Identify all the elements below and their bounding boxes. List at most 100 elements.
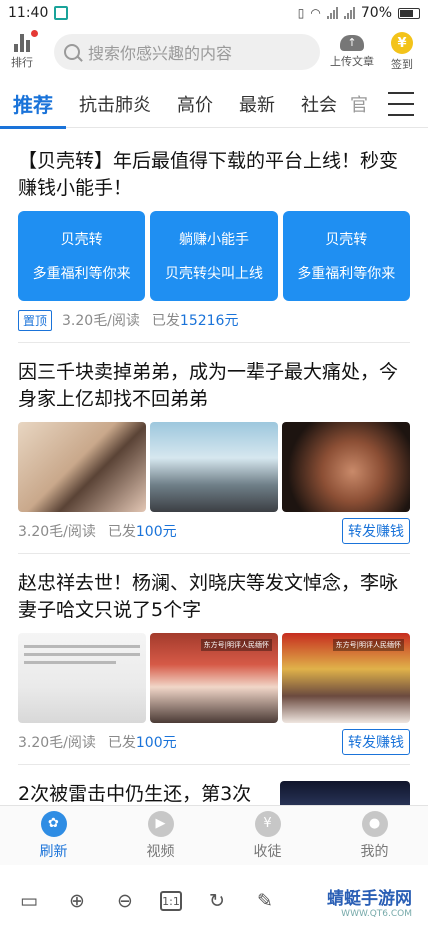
- issued-amount: 15216元: [179, 313, 239, 329]
- article-card[interactable]: 2次被雷击中仍生还，第3次被: [0, 765, 428, 805]
- app-header: 排行 搜索你感兴趣的内容 上传文章 ¥ 签到: [0, 26, 428, 78]
- promo-button[interactable]: 躺赚小能手 贝壳转尖叫上线: [150, 211, 278, 301]
- article-meta: 3.20毛/阅读 已发 100元 转发赚钱: [18, 518, 410, 544]
- battery-percent: 70%: [360, 5, 392, 21]
- watermark-title: 蜻蜓手游网: [327, 888, 412, 909]
- search-icon: [64, 44, 80, 60]
- nav-label: 收徒: [253, 843, 282, 860]
- notification-icon: [54, 6, 69, 20]
- tab-latest[interactable]: 最新: [226, 80, 288, 128]
- promo-line1: 贝壳转: [60, 232, 103, 248]
- promo-line1: 贝壳转: [325, 232, 368, 248]
- article-image[interactable]: [18, 633, 146, 723]
- menu-icon[interactable]: [388, 92, 414, 116]
- tab-fight-pneumonia[interactable]: 抗击肺炎: [66, 80, 164, 128]
- article-meta: 3.20毛/阅读 已发 100元 转发赚钱: [18, 729, 410, 755]
- edit-icon[interactable]: ✎: [252, 888, 278, 914]
- article-image[interactable]: [150, 422, 278, 512]
- article-images: [18, 422, 410, 512]
- rank-icon: [14, 34, 30, 52]
- tab-recommend[interactable]: 推荐: [0, 80, 66, 129]
- promo-line2: 多重福利等你来: [297, 266, 396, 282]
- zoom-out-icon[interactable]: ⊖: [112, 888, 138, 914]
- play-icon: ▶: [147, 810, 174, 837]
- nav-label: 视频: [146, 843, 175, 860]
- tab-society[interactable]: 社会: [288, 80, 350, 128]
- wifi-icon: ◠: [310, 6, 321, 20]
- article-image[interactable]: 东方号|明评人民缅怀: [282, 633, 410, 723]
- actual-size-button[interactable]: 1:1: [160, 891, 182, 911]
- article-image[interactable]: [282, 422, 410, 512]
- issued-prefix: 已发: [107, 735, 136, 751]
- article-card[interactable]: 【贝壳转】年后最值得下载的平台上线！秒变赚钱小能手！ 贝壳转 多重福利等你来 躺…: [0, 129, 428, 342]
- article-title[interactable]: 赵忠祥去世！杨澜、刘晓庆等发文悼念，李咏妻子哈文只说了5个字: [18, 570, 410, 624]
- read-price: 3.20毛/阅读: [18, 524, 96, 540]
- browser-toolbar: ▭ ⊕ ⊖ 1:1 ↻ ✎ 蜻蜓手游网 WWW.QT6.COM: [0, 866, 428, 936]
- share-earn-button[interactable]: 转发赚钱: [342, 729, 410, 755]
- zoom-in-icon[interactable]: ⊕: [64, 888, 90, 914]
- layout-icon[interactable]: ▭: [16, 888, 42, 914]
- article-title[interactable]: 【贝壳转】年后最值得下载的平台上线！秒变赚钱小能手！: [18, 148, 410, 202]
- signin-button[interactable]: ¥ 签到: [380, 32, 424, 72]
- promo-button[interactable]: 贝壳转 多重福利等你来: [282, 211, 410, 301]
- rank-label: 排行: [11, 56, 33, 69]
- text-line: [24, 645, 140, 648]
- battery-icon: [398, 7, 420, 19]
- tab-partial[interactable]: 官: [350, 80, 374, 128]
- tab-high-price[interactable]: 高价: [164, 80, 226, 128]
- cloud-upload-icon: [340, 35, 364, 51]
- pinned-badge: 置顶: [18, 309, 53, 331]
- article-title[interactable]: 因三千块卖掉弟弟，成为一辈子最大痛处，今身家上亿却找不回弟弟: [18, 359, 410, 413]
- issued-amount: 100元: [135, 524, 177, 540]
- promo-line2: 多重福利等你来: [32, 266, 131, 282]
- watermark: 蜻蜓手游网 WWW.QT6.COM: [327, 884, 412, 919]
- bottom-nav: ✿ 刷新 ▶ 视频 ¥ 收徒 ● 我的: [0, 805, 428, 865]
- signin-label: 签到: [391, 58, 413, 71]
- promo-button[interactable]: 贝壳转 多重福利等你来: [18, 211, 146, 301]
- vibrate-icon: ▯: [297, 6, 305, 20]
- promo-buttons: 贝壳转 多重福利等你来 躺赚小能手 贝壳转尖叫上线 贝壳转 多重福利等你来: [18, 211, 410, 301]
- image-caption: 东方号|明评人民缅怀: [332, 639, 404, 651]
- signal-icon-2: [343, 7, 355, 19]
- article-feed[interactable]: 【贝壳转】年后最值得下载的平台上线！秒变赚钱小能手！ 贝壳转 多重福利等你来 躺…: [0, 129, 428, 805]
- share-earn-button[interactable]: 转发赚钱: [342, 518, 410, 544]
- signal-icon: [326, 7, 338, 19]
- article-title[interactable]: 2次被雷击中仍生还，第3次被: [18, 781, 270, 805]
- rotate-icon[interactable]: ↻: [204, 888, 230, 914]
- read-price: 3.20毛/阅读: [18, 735, 96, 751]
- promo-line1: 躺赚小能手: [178, 232, 249, 248]
- text-line: [24, 661, 116, 664]
- text-line: [24, 653, 140, 656]
- article-image[interactable]: [280, 781, 410, 805]
- watermark-url: WWW.QT6.COM: [341, 908, 412, 919]
- nav-video[interactable]: ▶ 视频: [107, 806, 214, 865]
- search-input[interactable]: 搜索你感兴趣的内容: [54, 34, 320, 70]
- read-price: 3.20毛/阅读: [62, 313, 140, 329]
- issued-prefix: 已发: [107, 524, 136, 540]
- nav-profile[interactable]: ● 我的: [321, 806, 428, 865]
- article-images: 东方号|明评人民缅怀 东方号|明评人民缅怀: [18, 633, 410, 723]
- category-tabs: 推荐 抗击肺炎 高价 最新 社会 官: [0, 80, 428, 129]
- nav-refresh[interactable]: ✿ 刷新: [0, 806, 107, 865]
- coin-icon: ¥: [391, 32, 413, 54]
- status-bar: 11:40 ▯ ◠ 70%: [0, 0, 428, 26]
- notification-dot: [31, 30, 38, 37]
- upload-article-button[interactable]: 上传文章: [324, 35, 380, 69]
- promo-line2: 贝壳转尖叫上线: [164, 266, 263, 282]
- article-image[interactable]: [18, 422, 146, 512]
- upload-label: 上传文章: [330, 55, 374, 68]
- image-caption: 东方号|明评人民缅怀: [200, 639, 272, 651]
- article-meta: 置顶 3.20毛/阅读 已发 15216元: [18, 308, 410, 332]
- yen-icon: ¥: [254, 810, 281, 837]
- status-time: 11:40: [8, 5, 49, 21]
- article-image[interactable]: 东方号|明评人民缅怀: [150, 633, 278, 723]
- nav-apprentice[interactable]: ¥ 收徒: [214, 806, 321, 865]
- rank-button[interactable]: 排行: [0, 26, 44, 78]
- issued-amount: 100元: [135, 735, 177, 751]
- article-card[interactable]: 赵忠祥去世！杨澜、刘晓庆等发文悼念，李咏妻子哈文只说了5个字 东方号|明评人民缅…: [0, 554, 428, 764]
- refresh-icon: ✿: [40, 810, 67, 837]
- nav-label: 刷新: [39, 843, 68, 860]
- nav-label: 我的: [360, 843, 389, 860]
- search-placeholder: 搜索你感兴趣的内容: [88, 44, 233, 63]
- article-card[interactable]: 因三千块卖掉弟弟，成为一辈子最大痛处，今身家上亿却找不回弟弟 3.20毛/阅读 …: [0, 343, 428, 553]
